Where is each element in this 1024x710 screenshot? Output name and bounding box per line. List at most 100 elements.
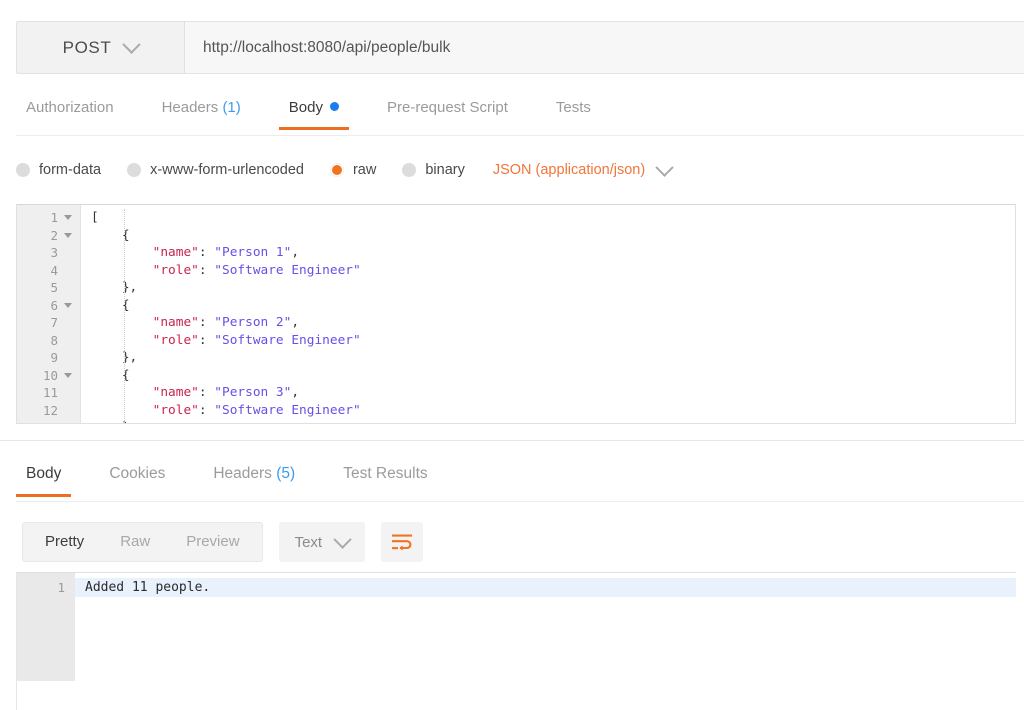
token-key: "name": [153, 385, 199, 400]
view-mode-pretty[interactable]: Pretty: [27, 523, 102, 561]
word-wrap-icon: [391, 533, 413, 551]
tab-label: Tests: [556, 99, 591, 116]
body-type-radio-x-www-form-urlencoded[interactable]: x-www-form-urlencoded: [127, 162, 304, 178]
tab-label: Headers: [213, 465, 272, 482]
response-body-line: Added 11 people.: [75, 578, 1016, 597]
code-line: },: [91, 279, 1015, 297]
token-pun: },: [91, 280, 137, 295]
response-tab-cookies[interactable]: Cookies: [99, 461, 175, 497]
token-str: "Person 1": [214, 245, 291, 260]
request-tab-tests[interactable]: Tests: [546, 95, 601, 130]
token-key: "name": [153, 315, 199, 330]
tab-label: Headers: [162, 99, 219, 116]
response-body-viewer[interactable]: 1 Added 11 people.: [16, 572, 1016, 710]
url-input[interactable]: http://localhost:8080/api/people/bulk: [185, 22, 1024, 73]
tab-label: Test Results: [343, 465, 427, 482]
token-pun: :: [199, 403, 214, 418]
fold-arrow-icon[interactable]: [64, 373, 72, 378]
line-number-text: 4: [50, 263, 58, 278]
line-number-text: 9: [50, 350, 58, 365]
http-method-label: POST: [63, 38, 112, 58]
code-line: {: [91, 297, 1015, 315]
line-number-text: 1: [50, 210, 58, 225]
response-view-mode-group: PrettyRawPreview: [22, 522, 263, 562]
radio-button[interactable]: [402, 163, 416, 177]
code-line: "role": "Software Engineer": [91, 402, 1015, 420]
request-body-editor[interactable]: 12345678910111213 [ { "name": "Person 1"…: [16, 204, 1016, 424]
token-key: "name": [153, 245, 199, 260]
response-line-number-gutter: 1: [17, 573, 75, 681]
response-tab-headers[interactable]: Headers (5): [203, 461, 305, 497]
line-number: 11: [17, 384, 80, 402]
content-type-select[interactable]: JSON (application/json): [493, 162, 671, 178]
tab-count: (1): [222, 99, 240, 116]
line-number: 8: [17, 332, 80, 350]
tab-label: Cookies: [109, 465, 165, 482]
fold-arrow-icon[interactable]: [64, 215, 72, 220]
body-type-radio-binary[interactable]: binary: [402, 162, 465, 178]
line-number-text: 6: [50, 298, 58, 313]
line-number-text: 10: [43, 368, 58, 383]
response-tab-body[interactable]: Body: [16, 461, 71, 497]
code-line: "name": "Person 3",: [91, 384, 1015, 402]
view-mode-raw[interactable]: Raw: [102, 523, 168, 561]
request-tab-pre-request-script[interactable]: Pre-request Script: [377, 95, 518, 130]
unsaved-indicator-dot: [330, 102, 339, 111]
line-number: 2: [17, 227, 80, 245]
tab-label: Authorization: [26, 99, 114, 116]
body-type-radio-raw[interactable]: raw: [330, 162, 376, 178]
token-str: "Software Engineer": [214, 333, 360, 348]
token-pun: ,: [291, 245, 299, 260]
radio-button[interactable]: [330, 163, 344, 177]
token-pun: [91, 245, 153, 260]
line-number-text: 3: [50, 245, 58, 260]
response-code-area[interactable]: Added 11 people.: [75, 573, 1016, 710]
line-number: 1: [17, 209, 80, 227]
line-number-text: 7: [50, 315, 58, 330]
token-str: "Software Engineer": [214, 403, 360, 418]
code-line: [: [91, 209, 1015, 227]
line-number-text: 8: [50, 333, 58, 348]
tab-count: (5): [276, 465, 295, 482]
chevron-down-icon: [655, 158, 673, 176]
response-format-label: Text: [295, 534, 323, 551]
word-wrap-button[interactable]: [381, 522, 423, 562]
line-number: 6: [17, 297, 80, 315]
body-type-radio-form-data[interactable]: form-data: [16, 162, 101, 178]
code-line: }: [91, 419, 1015, 423]
token-str: "Person 2": [214, 315, 291, 330]
response-format-select[interactable]: Text: [279, 522, 366, 562]
tab-label: Pre-request Script: [387, 99, 508, 116]
line-number: 3: [17, 244, 80, 262]
token-pun: [91, 315, 153, 330]
pane-splitter[interactable]: [0, 440, 1024, 441]
token-pun: :: [199, 385, 214, 400]
line-number: 12: [17, 402, 80, 420]
code-line: "role": "Software Engineer": [91, 332, 1015, 350]
token-pun: :: [199, 263, 214, 278]
token-pun: [91, 333, 153, 348]
radio-button[interactable]: [16, 163, 30, 177]
request-tab-authorization[interactable]: Authorization: [16, 95, 124, 130]
fold-arrow-icon[interactable]: [64, 233, 72, 238]
request-tab-headers[interactable]: Headers (1): [152, 95, 251, 130]
line-number: 4: [17, 262, 80, 280]
response-tab-test-results[interactable]: Test Results: [333, 461, 437, 497]
http-method-select[interactable]: POST: [17, 22, 185, 73]
token-pun: [91, 263, 153, 278]
editor-code-area[interactable]: [ { "name": "Person 1", "role": "Softwar…: [81, 205, 1015, 423]
token-pun: :: [199, 315, 214, 330]
code-line: "name": "Person 2",: [91, 314, 1015, 332]
body-type-options: form-datax-www-form-urlencodedrawbinary …: [16, 152, 1024, 188]
code-line: "role": "Software Engineer": [91, 262, 1015, 280]
line-number: 9: [17, 349, 80, 367]
view-mode-preview[interactable]: Preview: [168, 523, 257, 561]
request-tab-body[interactable]: Body: [279, 95, 349, 130]
code-line: },: [91, 349, 1015, 367]
radio-button[interactable]: [127, 163, 141, 177]
fold-arrow-icon[interactable]: [64, 303, 72, 308]
response-tab-bar: Body Cookies Headers (5) Test Results: [16, 461, 1024, 502]
request-tab-bar: Authorization Headers (1) Body Pre-request …: [16, 95, 1024, 136]
tab-label: Body: [26, 465, 61, 482]
line-number-text: 2: [50, 228, 58, 243]
